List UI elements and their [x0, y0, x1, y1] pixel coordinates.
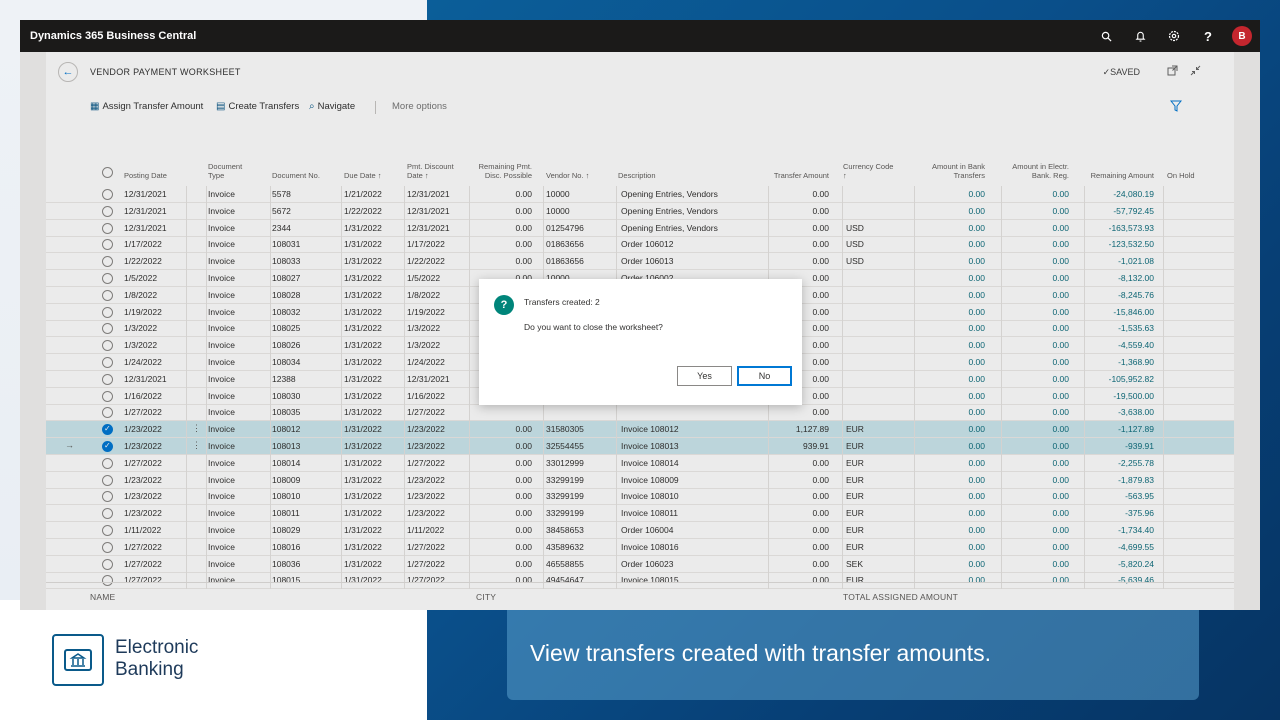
- user-avatar[interactable]: B: [1232, 26, 1252, 46]
- bell-icon[interactable]: [1130, 26, 1150, 46]
- dialog-title: Transfers created: 2: [524, 297, 600, 307]
- dialog-message: Do you want to close the worksheet?: [524, 322, 663, 332]
- confirm-dialog: ? Transfers created: 2 Do you want to cl…: [479, 279, 802, 405]
- brand: Electronic Banking: [52, 634, 252, 689]
- title-bar: Dynamics 365 Business Central ? B: [20, 20, 1260, 52]
- no-button[interactable]: No: [737, 366, 792, 386]
- gear-icon[interactable]: [1164, 26, 1184, 46]
- search-icon[interactable]: [1096, 26, 1116, 46]
- caption-text: View transfers created with transfer amo…: [530, 640, 992, 666]
- help-icon[interactable]: ?: [1198, 26, 1218, 46]
- brand-text: Electronic Banking: [115, 637, 198, 681]
- brand-line2: Banking: [115, 659, 184, 680]
- app-title: Dynamics 365 Business Central: [30, 30, 197, 42]
- bank-icon: [52, 634, 104, 686]
- brand-line1: Electronic: [115, 637, 199, 658]
- yes-button[interactable]: Yes: [677, 366, 732, 386]
- question-icon: ?: [494, 295, 514, 315]
